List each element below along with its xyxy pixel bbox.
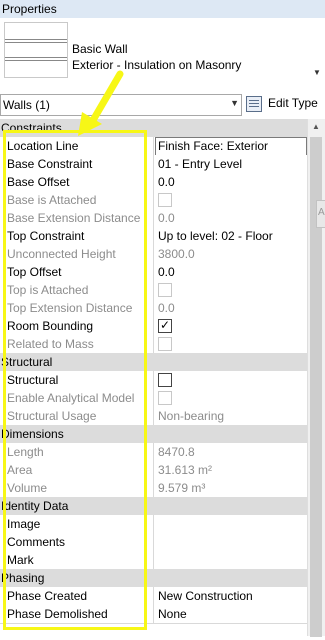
property-value[interactable]: 01 - Entry Level bbox=[158, 157, 242, 171]
property-label: Room Bounding bbox=[7, 319, 94, 333]
section-label: Dimensions bbox=[1, 427, 64, 441]
edit-type-label: Edit Type bbox=[268, 96, 318, 110]
vertical-scrollbar[interactable]: ▲ bbox=[307, 119, 325, 637]
property-label: Top Extension Distance bbox=[7, 301, 133, 315]
type-family-name: Basic Wall bbox=[72, 42, 128, 56]
section-label: Structural bbox=[1, 355, 53, 369]
row-structural[interactable]: Structural bbox=[0, 371, 307, 390]
type-dropdown-icon[interactable]: ▼ bbox=[313, 68, 321, 77]
side-panel-tab-label: A bbox=[318, 207, 325, 218]
row-top-attached: Top is Attached bbox=[0, 281, 307, 300]
row-top-offset[interactable]: Top Offset 0.0 bbox=[0, 263, 307, 282]
selection-row: Walls (1) ▼ Edit Type bbox=[0, 93, 325, 117]
property-label: Top is Attached bbox=[7, 283, 89, 297]
scroll-up-icon[interactable]: ▲ bbox=[312, 122, 320, 131]
property-value: 9.579 m³ bbox=[158, 481, 206, 495]
property-label: Related to Mass bbox=[7, 337, 94, 351]
row-related-to-mass: Related to Mass bbox=[0, 335, 307, 354]
property-label: Area bbox=[7, 463, 33, 477]
property-label: Comments bbox=[7, 535, 66, 549]
property-value[interactable]: Up to level: 02 - Floor bbox=[158, 229, 273, 243]
property-label: Base Constraint bbox=[7, 157, 93, 171]
related-to-mass-checkbox bbox=[158, 337, 172, 351]
row-room-bounding[interactable]: Room Bounding ✓ bbox=[0, 317, 307, 336]
property-value[interactable]: 0.0 bbox=[158, 175, 175, 189]
row-mark[interactable]: Mark bbox=[0, 551, 307, 570]
row-area: Area 31.613 m² bbox=[0, 461, 307, 480]
section-dimensions[interactable]: Dimensions bbox=[0, 425, 307, 444]
row-enable-analytical: Enable Analytical Model bbox=[0, 389, 307, 408]
section-structural[interactable]: Structural bbox=[0, 353, 307, 372]
row-phase-demolished[interactable]: Phase Demolished None bbox=[0, 605, 307, 624]
property-value: 3800.0 bbox=[158, 247, 195, 261]
property-label: Mark bbox=[7, 553, 34, 567]
property-value: 0.0 bbox=[158, 211, 175, 225]
property-label: Top Offset bbox=[7, 265, 62, 279]
section-identity-data[interactable]: Identity Data bbox=[0, 497, 307, 516]
property-value[interactable]: Finish Face: Exterior bbox=[158, 139, 268, 153]
property-label: Top Constraint bbox=[7, 229, 85, 243]
property-label: Phase Created bbox=[7, 589, 88, 603]
row-base-offset[interactable]: Base Offset 0.0 bbox=[0, 173, 307, 192]
property-value[interactable]: New Construction bbox=[158, 589, 253, 603]
top-attached-checkbox bbox=[158, 283, 172, 297]
property-label: Unconnected Height bbox=[7, 247, 116, 261]
property-label: Structural bbox=[7, 373, 59, 387]
type-selector[interactable]: Basic Wall Exterior - Insulation on Maso… bbox=[0, 18, 325, 88]
property-label: Length bbox=[7, 445, 44, 459]
property-label: Volume bbox=[7, 481, 48, 495]
property-label: Base Offset bbox=[7, 175, 70, 189]
property-label: Base is Attached bbox=[7, 193, 97, 207]
analytical-model-checkbox bbox=[158, 391, 172, 405]
row-base-extension: Base Extension Distance 0.0 bbox=[0, 209, 307, 228]
type-name: Exterior - Insulation on Masonry bbox=[72, 58, 242, 72]
row-base-constraint[interactable]: Base Constraint 01 - Entry Level bbox=[0, 155, 307, 174]
property-label: Structural Usage bbox=[7, 409, 97, 423]
instance-filter-dropdown[interactable]: Walls (1) ▼ bbox=[0, 94, 242, 116]
room-bounding-checkbox[interactable]: ✓ bbox=[158, 318, 172, 333]
row-image[interactable]: Image bbox=[0, 515, 307, 534]
row-volume: Volume 9.579 m³ bbox=[0, 479, 307, 498]
property-value: 8470.8 bbox=[158, 445, 195, 459]
row-base-attached: Base is Attached bbox=[0, 191, 307, 210]
row-phase-created[interactable]: Phase Created New Construction bbox=[0, 587, 307, 606]
row-unconnected-height: Unconnected Height 3800.0 bbox=[0, 245, 307, 264]
property-label: Image bbox=[7, 517, 41, 531]
row-location-line[interactable]: Location Line Finish Face: Exterior bbox=[0, 137, 307, 156]
property-label: Location Line bbox=[7, 139, 79, 153]
property-value: Non-bearing bbox=[158, 409, 225, 423]
edit-type-button[interactable]: Edit Type bbox=[246, 95, 320, 115]
property-label: Base Extension Distance bbox=[7, 211, 141, 225]
instance-filter-label: Walls (1) bbox=[3, 98, 50, 112]
chevron-down-icon: ▼ bbox=[230, 98, 239, 108]
edit-type-icon bbox=[246, 96, 262, 112]
row-comments[interactable]: Comments bbox=[0, 533, 307, 552]
section-label: Constraints bbox=[1, 121, 62, 135]
properties-title-bar: Properties bbox=[0, 0, 325, 19]
structural-checkbox[interactable] bbox=[158, 373, 172, 387]
row-top-constraint[interactable]: Top Constraint Up to level: 02 - Floor bbox=[0, 227, 307, 246]
properties-title: Properties bbox=[2, 2, 57, 16]
property-label: Phase Demolished bbox=[7, 607, 108, 621]
section-label: Identity Data bbox=[1, 499, 69, 513]
checkmark-icon: ✓ bbox=[160, 318, 171, 332]
section-phasing[interactable]: Phasing bbox=[0, 569, 307, 588]
property-value: 31.613 m² bbox=[158, 463, 213, 477]
row-structural-usage: Structural Usage Non-bearing bbox=[0, 407, 307, 426]
side-panel-tab[interactable]: A bbox=[316, 200, 325, 228]
property-label: Enable Analytical Model bbox=[7, 391, 135, 405]
property-value: 0.0 bbox=[158, 301, 175, 315]
row-length: Length 8470.8 bbox=[0, 443, 307, 462]
base-attached-checkbox bbox=[158, 193, 172, 207]
row-top-extension: Top Extension Distance 0.0 bbox=[0, 299, 307, 318]
property-value[interactable]: None bbox=[158, 607, 187, 621]
section-constraints[interactable]: Constraints bbox=[0, 119, 307, 138]
wall-type-preview bbox=[4, 22, 68, 78]
section-label: Phasing bbox=[1, 571, 45, 585]
property-value[interactable]: 0.0 bbox=[158, 265, 175, 279]
